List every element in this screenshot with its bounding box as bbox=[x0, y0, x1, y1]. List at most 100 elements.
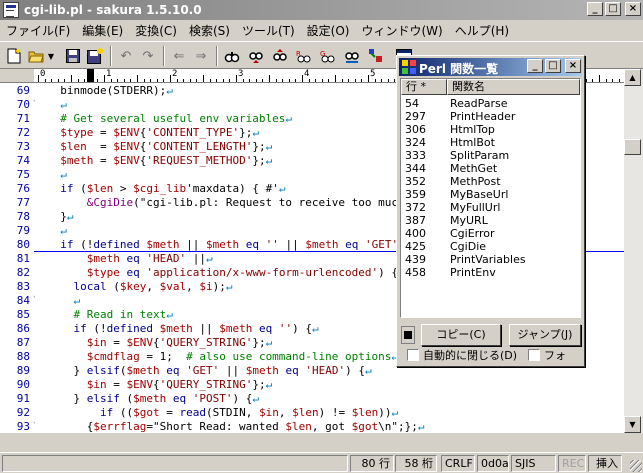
column-header-name[interactable]: 関数名 bbox=[447, 79, 580, 95]
function-list-titlebar[interactable]: Perl 関数一覧 _ □ × bbox=[399, 58, 582, 76]
new-file-icon[interactable] bbox=[4, 46, 24, 66]
status-insert-mode[interactable]: 挿入 bbox=[588, 455, 622, 472]
code-line[interactable]: 91 } elsif ($meth eq 'POST') {↵ bbox=[0, 392, 624, 406]
status-eol[interactable]: CRLF bbox=[441, 455, 475, 472]
next-jump-icon[interactable]: ⇒ bbox=[191, 46, 211, 66]
function-list-minimize-button[interactable]: _ bbox=[527, 59, 543, 73]
function-list-item[interactable]: 458 PrintEnv bbox=[401, 266, 580, 279]
outline-icon[interactable] bbox=[366, 46, 386, 66]
status-row: 80 行 bbox=[350, 455, 394, 472]
save-all-icon[interactable] bbox=[85, 46, 105, 66]
focus-checkbox-box[interactable] bbox=[528, 349, 540, 361]
ruler-tick bbox=[368, 75, 369, 82]
ruler-tick bbox=[44, 79, 46, 82]
jump-button[interactable]: ジャンプ(J) bbox=[509, 324, 581, 346]
menu-tools[interactable]: ツール(T) bbox=[236, 22, 301, 39]
scroll-up-button[interactable]: ▲ bbox=[624, 69, 641, 86]
stop-icon[interactable] bbox=[401, 326, 415, 344]
close-button[interactable]: × bbox=[625, 2, 641, 16]
toolbar-separator bbox=[216, 46, 218, 66]
function-list-maximize-button[interactable]: □ bbox=[545, 59, 561, 73]
function-line: 306 bbox=[405, 123, 426, 136]
line-number: 90 bbox=[16, 378, 30, 391]
function-list-item[interactable]: 372 MyFullUrl bbox=[401, 201, 580, 214]
function-list-item[interactable]: 324 HtmlBot bbox=[401, 136, 580, 149]
code-line[interactable]: 92 if (($got = read(STDIN, $in, $len) !=… bbox=[0, 406, 624, 420]
menu-file[interactable]: ファイル(F) bbox=[0, 22, 76, 39]
menu-window[interactable]: ウィンドウ(W) bbox=[355, 22, 448, 39]
function-list-window-controls: _ □ × bbox=[527, 59, 581, 73]
menu-edit[interactable]: 編集(E) bbox=[76, 22, 129, 39]
search-icon[interactable] bbox=[222, 46, 242, 66]
function-list-item[interactable]: 306 HtmlTop bbox=[401, 123, 580, 136]
function-list-item[interactable]: 352 MethPost bbox=[401, 175, 580, 188]
open-file-icon[interactable] bbox=[26, 46, 46, 66]
function-list-item[interactable]: 333 SplitParam bbox=[401, 149, 580, 162]
function-list[interactable]: 行 * 関数名 54 ReadParse 297 PrintHeader 306 Html… bbox=[400, 78, 581, 318]
menu-search[interactable]: 検索(S) bbox=[183, 22, 236, 39]
line-number: 81 bbox=[16, 252, 30, 265]
scroll-thumb[interactable] bbox=[624, 139, 641, 155]
search-prev-icon[interactable] bbox=[246, 46, 266, 66]
replace-icon[interactable]: R bbox=[294, 46, 314, 66]
line-number: 83 bbox=[16, 280, 30, 293]
prev-jump-icon[interactable]: ⇐ bbox=[169, 46, 189, 66]
function-name: PrintHeader bbox=[450, 110, 516, 123]
code-text: # Read in text↵ bbox=[73, 308, 173, 321]
save-icon[interactable] bbox=[63, 46, 83, 66]
ruler-tick bbox=[110, 79, 112, 82]
function-list-icon bbox=[402, 60, 416, 74]
ruler-tick bbox=[183, 79, 185, 82]
scroll-down-button[interactable]: ▼ bbox=[624, 416, 641, 433]
tag-jump-icon[interactable] bbox=[342, 46, 362, 66]
ruler-tick bbox=[84, 79, 86, 82]
line-number: 82 bbox=[16, 266, 30, 279]
code-text: ↵ bbox=[60, 168, 67, 181]
search-next-icon[interactable] bbox=[270, 46, 290, 66]
function-name: HtmlBot bbox=[450, 136, 495, 149]
code-line[interactable]: 90 $in = $ENV{'QUERY_STRING'};↵ bbox=[0, 378, 624, 392]
copy-button[interactable]: コピー(C) bbox=[421, 324, 501, 346]
ruler-tick bbox=[176, 79, 178, 82]
function-list-item[interactable]: 387 MyURL bbox=[401, 214, 580, 227]
function-list-item[interactable]: 359 MyBaseUrl bbox=[401, 188, 580, 201]
ruler-tick bbox=[209, 79, 211, 82]
function-list-item[interactable]: 297 PrintHeader bbox=[401, 110, 580, 123]
menu-help[interactable]: ヘルプ(H) bbox=[449, 22, 515, 39]
ruler-tick bbox=[222, 79, 224, 82]
menu-settings[interactable]: 設定(O) bbox=[301, 22, 356, 39]
undo-icon[interactable]: ↶ bbox=[116, 46, 136, 66]
scroll-gap bbox=[0, 433, 643, 452]
function-list-item[interactable]: 425 CgiDie bbox=[401, 240, 580, 253]
auto-close-checkbox-box[interactable] bbox=[407, 349, 419, 361]
resize-grip[interactable] bbox=[630, 460, 642, 472]
function-list-close-button[interactable]: × bbox=[565, 59, 581, 73]
status-encoding[interactable]: SJIS bbox=[511, 455, 556, 472]
redo-icon[interactable]: ↷ bbox=[138, 46, 158, 66]
grep-icon[interactable]: G bbox=[318, 46, 338, 66]
ruler-tick bbox=[236, 75, 237, 82]
column-header-line[interactable]: 行 * bbox=[401, 79, 447, 95]
line-number: 75 bbox=[16, 168, 30, 181]
line-number: 70 bbox=[16, 98, 30, 111]
function-list-item[interactable]: 400 CgiError bbox=[401, 227, 580, 240]
function-name: PrintVariables bbox=[450, 253, 526, 266]
function-list-item[interactable]: 439 PrintVariables bbox=[401, 253, 580, 266]
open-dropdown-icon[interactable]: ▼ bbox=[46, 46, 56, 66]
line-number: 93 bbox=[16, 420, 30, 433]
focus-checkbox[interactable]: フォ bbox=[528, 349, 566, 363]
window-controls: _ □ × bbox=[587, 2, 641, 16]
line-number: 74 bbox=[16, 154, 30, 167]
auto-close-checkbox[interactable]: 自動的に閉じる(D) bbox=[407, 349, 517, 363]
function-list-window: Perl 関数一覧 _ □ × 行 * 関数名 54 ReadParse 297 Pr… bbox=[396, 55, 585, 367]
title-bar[interactable]: cgi-lib.pl - sakura 1.5.10.0 _ □ × bbox=[0, 0, 643, 20]
function-list-item[interactable]: 344 MethGet bbox=[401, 162, 580, 175]
code-line[interactable]: 93 ` {$errflag="Short Read: wanted $len, … bbox=[0, 420, 624, 433]
app-icon[interactable] bbox=[3, 2, 19, 18]
minimize-button[interactable]: _ bbox=[587, 2, 603, 16]
maximize-button[interactable]: □ bbox=[605, 2, 621, 16]
function-list-header: 行 * 関数名 bbox=[401, 79, 580, 95]
menu-convert[interactable]: 変換(C) bbox=[129, 22, 183, 39]
vertical-scrollbar[interactable]: ▲ ▼ bbox=[624, 69, 643, 433]
function-list-item[interactable]: 54 ReadParse bbox=[401, 97, 580, 110]
